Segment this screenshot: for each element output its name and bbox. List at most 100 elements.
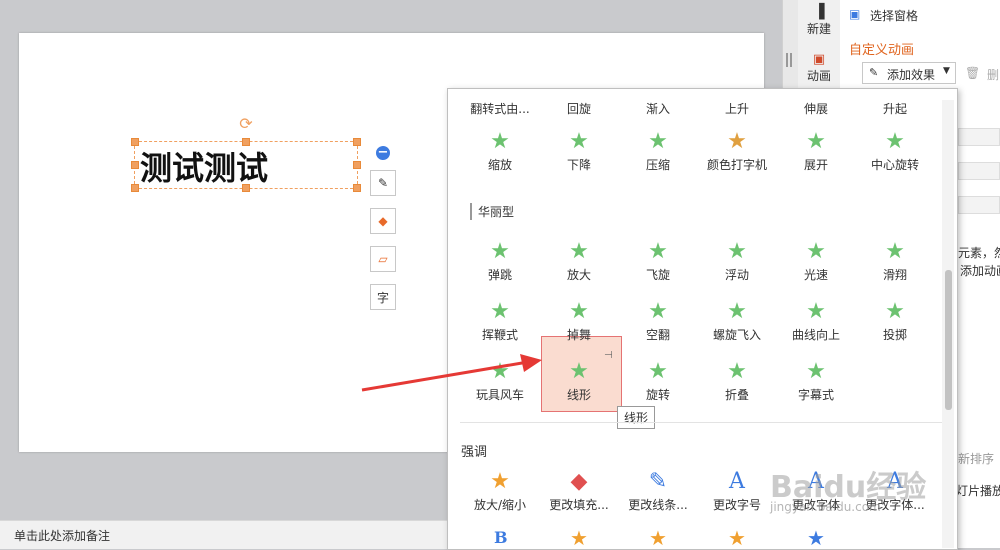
effect-item[interactable]: ★ 挥鞭式 xyxy=(461,298,539,356)
effect-label: 中心旋转 xyxy=(870,158,919,172)
star-icon[interactable]: ★ xyxy=(570,526,588,550)
resize-handle[interactable] xyxy=(131,138,139,146)
select-pane-link[interactable]: 选择窗格 xyxy=(870,7,918,24)
star-icon: ★ xyxy=(648,239,668,264)
pin-icon[interactable]: ⊣ xyxy=(604,350,613,361)
property-field[interactable] xyxy=(958,128,1000,146)
pane-hint-line1: 元素，然 xyxy=(958,246,1000,260)
effect-label: 浮动 xyxy=(724,268,749,282)
reorder-label: 新排序 xyxy=(958,452,995,466)
delete-icon[interactable]: 🗑 xyxy=(965,66,980,80)
effect-label: 弹跳 xyxy=(487,268,512,282)
star-icon: ★ xyxy=(490,469,510,494)
paint-bucket-icon: ◆ xyxy=(570,469,588,494)
star-icon: ★ xyxy=(885,239,905,264)
splitter-grip-icon[interactable] xyxy=(786,53,792,67)
font-icon: 字 xyxy=(376,290,389,305)
section-emphasis-title: 强调 xyxy=(461,445,488,460)
star-icon: ★ xyxy=(569,299,589,324)
effect-item[interactable]: ✎ 更改线条... xyxy=(619,468,697,526)
collapse-icon[interactable]: − xyxy=(376,146,390,160)
resize-handle[interactable] xyxy=(131,184,139,192)
effect-item[interactable]: ★ 放大 xyxy=(540,238,618,296)
effect-item[interactable]: ★ 掉舞 xyxy=(540,298,618,356)
pencil-icon: ✎ xyxy=(377,176,389,190)
star-icon: ★ xyxy=(727,299,747,324)
tab-animation[interactable]: ▣ 动画 xyxy=(800,52,838,84)
gallery-scrollbar-thumb[interactable] xyxy=(945,270,952,410)
notes-placeholder[interactable]: 单击此处添加备注 xyxy=(14,527,110,544)
star-icon: ★ xyxy=(569,239,589,264)
effect-item[interactable]: ★ 飞旋 xyxy=(619,238,697,296)
effect-label: 滑翔 xyxy=(882,268,907,282)
effect-item[interactable]: ★ 下降 xyxy=(540,128,618,186)
tooltip: 线形 xyxy=(617,406,656,429)
effect-label: 飞旋 xyxy=(645,268,670,282)
divider xyxy=(460,422,950,423)
effect-item[interactable]: ★ 压缩 xyxy=(619,128,697,186)
chevron-down-icon: ▼ xyxy=(943,66,950,76)
rotate-icon[interactable]: ⟳ xyxy=(238,116,254,132)
star-icon: ★ xyxy=(885,299,905,324)
bold-icon[interactable]: B xyxy=(494,528,508,547)
tab-new-label: 新建 xyxy=(806,22,831,36)
pen-icon: ✎ xyxy=(648,469,668,494)
property-field[interactable] xyxy=(958,162,1000,180)
effect-label: 缩放 xyxy=(487,158,512,172)
effect-label: 升起 xyxy=(882,102,907,116)
effect-item[interactable]: ★ 展开 xyxy=(777,128,855,186)
effect-item[interactable]: ★ 滑翔 xyxy=(856,238,934,296)
effect-label: 展开 xyxy=(803,158,828,172)
resize-handle[interactable] xyxy=(353,138,361,146)
effect-label: 翻转式由... xyxy=(470,102,530,116)
delete-button-label[interactable]: 删 xyxy=(987,66,999,83)
star-icon[interactable]: ★ xyxy=(807,526,825,550)
resize-handle[interactable] xyxy=(353,161,361,169)
resize-handle[interactable] xyxy=(353,184,361,192)
text-format-button[interactable]: 字 xyxy=(370,284,396,310)
effect-label: 伸展 xyxy=(803,102,828,116)
effect-label: 渐入 xyxy=(645,102,670,116)
pencil-icon: ✎ xyxy=(869,66,879,79)
effect-item[interactable]: ★ 曲线向上 xyxy=(777,298,855,356)
effect-item[interactable]: ◆ 更改填充... xyxy=(540,468,618,526)
effect-item[interactable]: ★ 光速 xyxy=(777,238,855,296)
tab-new[interactable]: ▐ 新建 xyxy=(800,4,838,37)
effect-label: 曲线向上 xyxy=(791,328,840,342)
effect-item[interactable]: ★ 弹跳 xyxy=(461,238,539,296)
pane-hint-line2: 添加动画 xyxy=(960,264,1000,278)
effect-label: 字幕式 xyxy=(797,388,834,402)
resize-handle[interactable] xyxy=(131,161,139,169)
slide-title-text[interactable]: 测试测试 xyxy=(140,143,268,189)
star-icon: ★ xyxy=(648,129,668,154)
effect-item[interactable]: ★ 折叠 xyxy=(698,358,776,416)
effect-item[interactable]: ★ 投掷 xyxy=(856,298,934,356)
effect-item[interactable]: ★ 浮动 xyxy=(698,238,776,296)
fill-color-button[interactable]: ◆ xyxy=(370,208,396,234)
effect-item-linear[interactable]: ★ 线形 xyxy=(540,358,618,416)
effect-label: 光速 xyxy=(803,268,828,282)
star-icon: ★ xyxy=(806,239,826,264)
paint-bucket-icon: ◆ xyxy=(378,214,388,228)
new-doc-icon: ▐ xyxy=(813,4,825,20)
effect-item[interactable]: ★ 字幕式 xyxy=(777,358,855,416)
effect-label: 上升 xyxy=(724,102,749,116)
effect-item[interactable]: ★ 中心旋转 xyxy=(856,128,934,186)
star-icon[interactable]: ★ xyxy=(728,526,746,550)
star-icon: ★ xyxy=(490,239,510,264)
effect-item[interactable]: ★ 空翻 xyxy=(619,298,697,356)
effect-item[interactable]: ★ 螺旋飞入 xyxy=(698,298,776,356)
effect-item[interactable]: ★ 缩放 xyxy=(461,128,539,186)
edit-shape-button[interactable]: ✎ xyxy=(370,170,396,196)
effect-item[interactable]: ★ 颜色打字机 xyxy=(698,128,776,186)
property-field[interactable] xyxy=(958,196,1000,214)
effect-label: 旋转 xyxy=(645,388,670,402)
add-effect-button[interactable]: ✎ 添加效果 ▼ xyxy=(862,62,956,84)
effect-item[interactable]: ★ 放大/缩小 xyxy=(461,468,539,526)
line-color-button[interactable]: ▱ xyxy=(370,246,396,272)
star-icon: ★ xyxy=(569,129,589,154)
effect-label: 螺旋飞入 xyxy=(712,328,761,342)
star-icon[interactable]: ★ xyxy=(649,526,667,550)
slideshow-button[interactable]: 灯片播放 xyxy=(956,482,1000,499)
effect-item[interactable]: A 更改字号 xyxy=(698,468,776,526)
